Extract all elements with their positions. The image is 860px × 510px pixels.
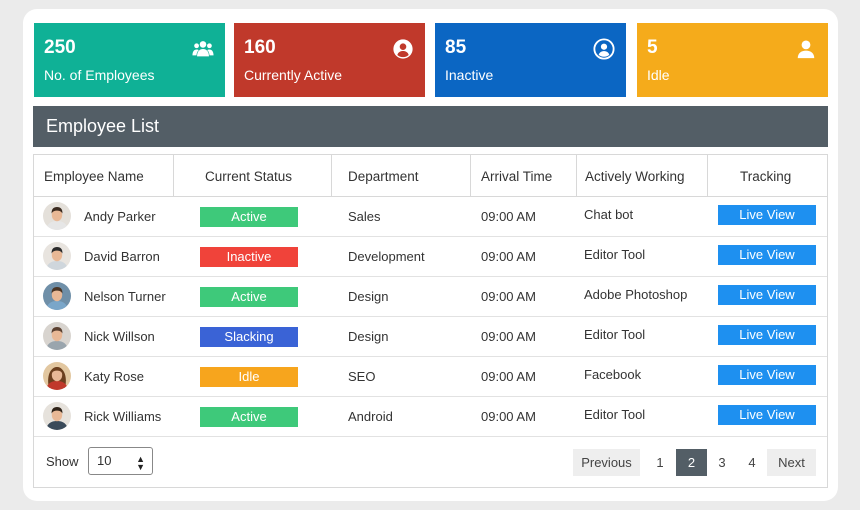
arrival-time-cell: 09:00 AM <box>481 289 536 304</box>
department-cell: Design <box>348 289 389 304</box>
status-badge: Active <box>200 207 298 227</box>
employee-name[interactable]: Katy Rose <box>84 357 144 396</box>
stat-currently-active: 160 Currently Active <box>234 23 425 97</box>
status-badge: Active <box>200 287 298 307</box>
stat-value: 5 <box>647 37 658 58</box>
live-view-button[interactable]: Live View <box>718 325 816 345</box>
show-label: Show <box>46 454 79 469</box>
page-button-4[interactable]: 4 <box>738 449 766 476</box>
department-cell: Design <box>348 329 389 344</box>
page-size-value: 10 <box>97 453 112 468</box>
stat-label: Inactive <box>445 67 494 83</box>
page-button-3[interactable]: 3 <box>708 449 736 476</box>
column-header-tracking[interactable]: Tracking <box>740 155 791 196</box>
page-size-select[interactable]: 10 ▲ ▼ <box>88 447 153 475</box>
status-badge: Inactive <box>200 247 298 267</box>
live-view-button[interactable]: Live View <box>718 405 816 425</box>
avatar <box>43 282 71 310</box>
previous-page-button[interactable]: Previous <box>573 449 640 476</box>
live-view-button[interactable]: Live View <box>718 245 816 265</box>
user-icon <box>797 40 815 59</box>
actively-working-cell: Editor Tool <box>584 327 646 342</box>
employee-name[interactable]: Nelson Turner <box>84 277 166 316</box>
department-cell: Android <box>348 409 393 424</box>
column-header-actively-working[interactable]: Actively Working <box>585 155 685 196</box>
arrival-time-cell: 09:00 AM <box>481 329 536 344</box>
actively-working-cell: Editor Tool <box>584 247 646 262</box>
employee-name[interactable]: Andy Parker <box>84 197 156 236</box>
employee-list-header: Employee List <box>33 106 828 147</box>
live-view-button[interactable]: Live View <box>718 285 816 305</box>
avatar <box>43 242 71 270</box>
stat-label: No. of Employees <box>44 67 155 83</box>
table-row: David Barron Inactive Development 09:00 … <box>34 237 827 277</box>
table-row: Katy Rose Idle SEO 09:00 AM Facebook Liv… <box>34 357 827 397</box>
employee-name[interactable]: Rick Williams <box>84 397 161 436</box>
table-row: Andy Parker Active Sales 09:00 AM Chat b… <box>34 197 827 237</box>
table-footer: Show 10 ▲ ▼ Previous 1 2 3 4 Next <box>34 436 827 488</box>
actively-working-cell: Chat bot <box>584 207 634 222</box>
stat-value: 250 <box>44 37 76 58</box>
avatar <box>43 202 71 230</box>
status-badge: Idle <box>200 367 298 387</box>
stat-total-employees: 250 No. of Employees <box>34 23 225 97</box>
stat-label: Idle <box>647 67 670 83</box>
department-cell: Development <box>348 249 425 264</box>
column-header-arrival-time[interactable]: Arrival Time <box>481 155 552 196</box>
employee-name[interactable]: Nick Willson <box>84 317 155 356</box>
arrival-time-cell: 09:00 AM <box>481 249 536 264</box>
table-row: Nelson Turner Active Design 09:00 AM Ado… <box>34 277 827 317</box>
users-icon <box>192 41 214 57</box>
department-cell: SEO <box>348 369 376 384</box>
avatar <box>43 322 71 350</box>
live-view-button[interactable]: Live View <box>718 205 816 225</box>
actively-working-cell: Editor Tool <box>584 407 646 422</box>
table-row: Rick Williams Active Android 09:00 AM Ed… <box>34 397 827 437</box>
next-page-button[interactable]: Next <box>767 449 816 476</box>
employee-table: Employee Name Current Status Department … <box>33 154 828 488</box>
avatar <box>43 402 71 430</box>
column-header-employee-name[interactable]: Employee Name <box>44 155 144 196</box>
employee-name[interactable]: David Barron <box>84 237 160 276</box>
stat-label: Currently Active <box>244 67 343 83</box>
arrival-time-cell: 09:00 AM <box>481 209 536 224</box>
stat-value: 160 <box>244 37 276 58</box>
stat-value: 85 <box>445 37 467 58</box>
status-badge: Active <box>200 407 298 427</box>
table-row: Nick Willson Slacking Design 09:00 AM Ed… <box>34 317 827 357</box>
avatar <box>43 362 71 390</box>
stat-idle: 5 Idle <box>637 23 828 97</box>
page-button-2[interactable]: 2 <box>676 449 707 476</box>
department-cell: Sales <box>348 209 381 224</box>
table-header: Employee Name Current Status Department … <box>34 155 827 197</box>
live-view-button[interactable]: Live View <box>718 365 816 385</box>
arrival-time-cell: 09:00 AM <box>481 369 536 384</box>
user-circle-icon <box>393 39 413 59</box>
actively-working-cell: Adobe Photoshop <box>584 287 688 302</box>
arrival-time-cell: 09:00 AM <box>481 409 536 424</box>
status-badge: Slacking <box>200 327 298 347</box>
column-header-department[interactable]: Department <box>348 155 419 196</box>
stat-inactive: 85 Inactive <box>435 23 626 97</box>
actively-working-cell: Facebook <box>584 367 642 382</box>
column-header-current-status[interactable]: Current Status <box>205 155 292 196</box>
page-button-1[interactable]: 1 <box>646 449 674 476</box>
user-circle-icon <box>593 38 615 60</box>
